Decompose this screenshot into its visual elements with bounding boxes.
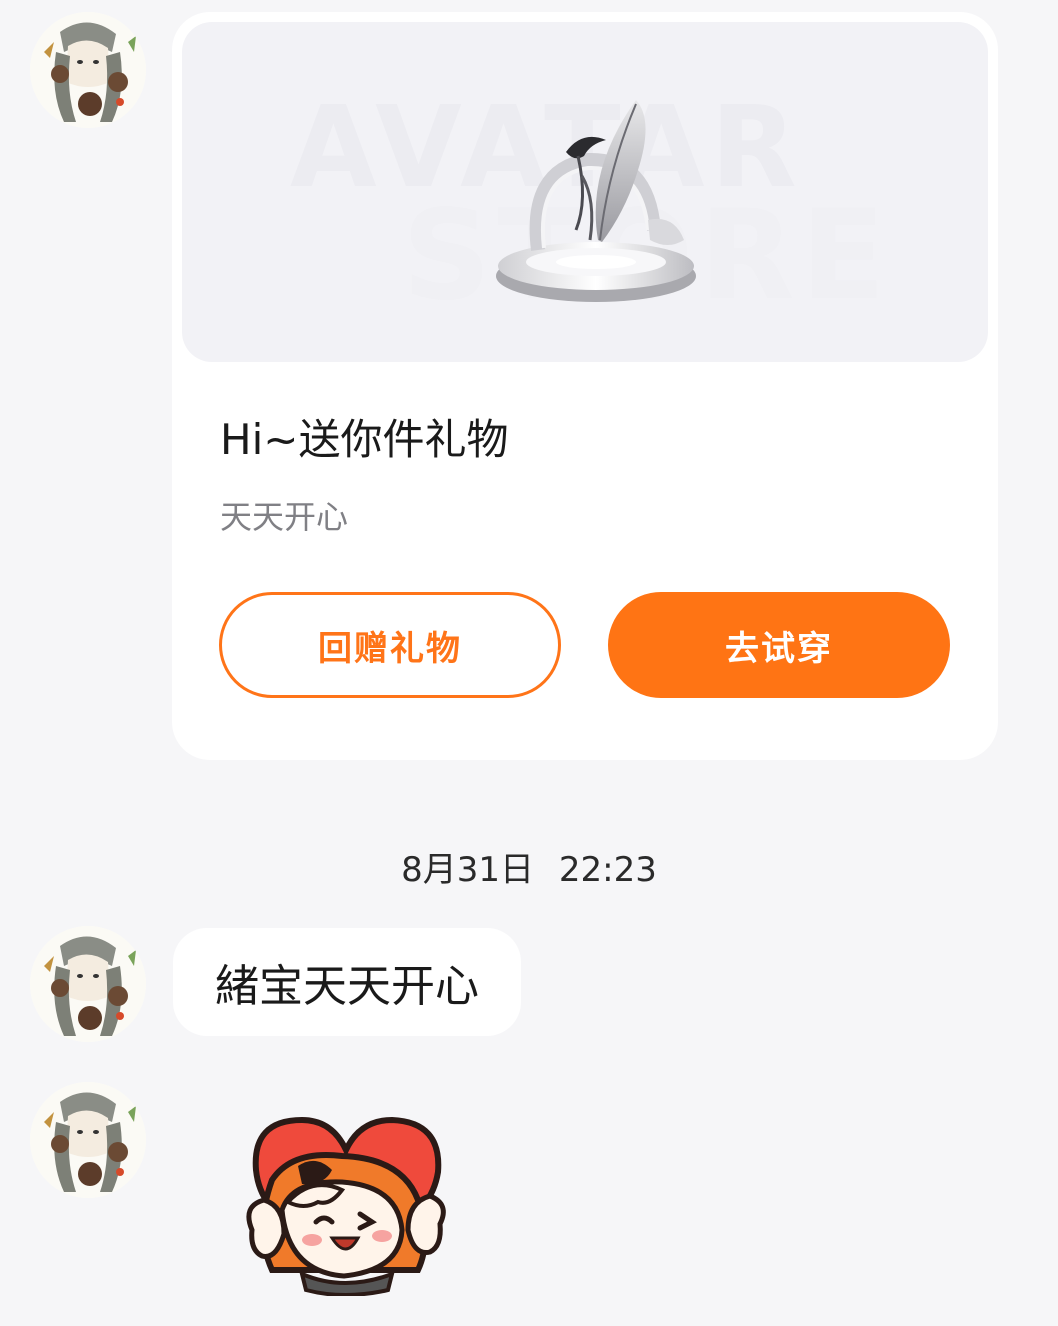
hug-heart-sticker-icon[interactable] <box>232 1110 460 1296</box>
gift-card-message: 天天开心 <box>220 498 349 536</box>
gift-banner[interactable]: AVATAR STORE <box>182 22 988 362</box>
try-on-button[interactable]: 去试穿 <box>608 592 950 698</box>
sender-avatar[interactable] <box>30 1082 146 1198</box>
avatar-illustration-icon <box>30 926 146 1042</box>
return-gift-button[interactable]: 回赠礼物 <box>219 592 561 698</box>
avatar-illustration-icon <box>30 12 146 128</box>
gift-card[interactable]: AVATAR STORE <box>172 12 998 760</box>
chat-page: AVATAR STORE <box>0 0 1058 1326</box>
message-timestamp: 8月31日 22:23 <box>401 850 657 890</box>
sender-avatar[interactable] <box>30 926 146 1042</box>
sender-avatar[interactable] <box>30 12 146 128</box>
avatar-illustration-icon <box>30 1082 146 1198</box>
gift-item-image-icon <box>496 100 696 302</box>
gift-card-title: Hi~送你件礼物 <box>220 415 509 464</box>
message-bubble[interactable]: 緒宝天天开心 <box>173 928 521 1036</box>
